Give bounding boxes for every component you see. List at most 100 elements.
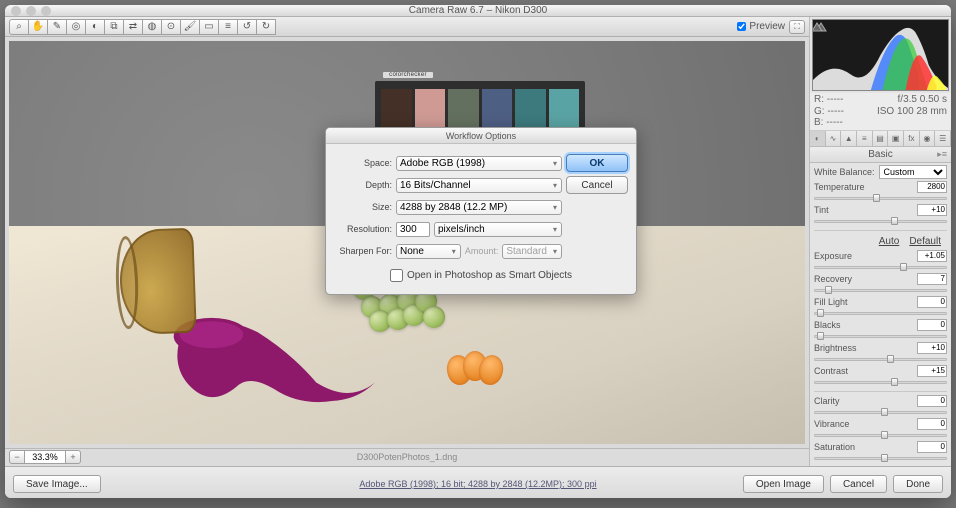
slider-fill-light: Fill Light [814,296,947,318]
basic-controls: White Balance: Custom Temperature Tint Au… [810,163,951,466]
slider-track[interactable] [814,308,947,318]
rotate-ccw-icon[interactable]: ↺ [237,19,257,35]
depth-select[interactable]: 16 Bits/Channel [396,178,562,193]
tab-hsl-icon[interactable]: ≡ [857,131,873,146]
zoom-window-icon[interactable] [41,6,51,16]
close-window-icon[interactable] [11,6,21,16]
ok-button[interactable]: OK [566,154,628,172]
slider-temperature: Temperature [814,181,947,203]
slider-label: Fill Light [814,297,848,307]
res-input[interactable]: 300 [396,222,430,237]
open-smart-checkbox[interactable] [390,269,403,282]
grad-filter-icon[interactable]: ▭ [199,19,219,35]
slider-track[interactable] [814,430,947,440]
slider-brightness: Brightness [814,342,947,364]
amount-select: Standard [502,244,562,259]
slider-label: Temperature [814,182,865,192]
wb-eyedropper-icon[interactable]: ✎ [47,19,67,35]
slider-value-input[interactable] [917,181,947,193]
tab-calib-icon[interactable]: ◉ [920,131,936,146]
tab-fx-icon[interactable]: fx [904,131,920,146]
res-unit-select[interactable]: pixels/inch [434,222,562,237]
dialog-cancel-button[interactable]: Cancel [566,176,628,194]
slider-contrast: Contrast [814,365,947,387]
slider-value-input[interactable] [917,342,947,354]
zoom-row: − 33.3% + D300PotenPhotos_1.dng [5,448,809,466]
slider-label: Tint [814,205,829,215]
default-link[interactable]: Default [909,236,941,247]
slider-track[interactable] [814,453,947,463]
slider-track[interactable] [814,407,947,417]
slider-track[interactable] [814,331,947,341]
slider-value-input[interactable] [917,273,947,285]
tab-curve-icon[interactable]: ∿ [826,131,842,146]
color-sampler-icon[interactable]: ◎ [66,19,86,35]
panel-menu-icon[interactable]: ▸≡ [937,149,947,160]
tab-lens-icon[interactable]: ▣ [888,131,904,146]
window-title: Camera Raw 6.7 – Nikon D300 [5,5,951,16]
slider-value-input[interactable] [917,418,947,430]
rotate-cw-icon[interactable]: ↻ [256,19,276,35]
crop-tool-icon[interactable]: ⧉ [104,19,124,35]
section-title: Basic ▸≡ [810,147,951,163]
tab-detail-icon[interactable]: ▲ [841,131,857,146]
wb-select[interactable]: Custom [879,165,947,179]
zoom-value[interactable]: 33.3% [24,450,66,464]
slider-track[interactable] [814,377,947,387]
straighten-tool-icon[interactable]: ⇄ [123,19,143,35]
size-select[interactable]: 4288 by 2848 (12.2 MP) [396,200,562,215]
tangerine [447,351,507,387]
workflow-options-dialog: Workflow Options Space: Adobe RGB (1998)… [325,127,637,295]
open-smart-label: Open in Photoshop as Smart Objects [407,270,572,281]
zoom-in-button[interactable]: + [65,450,81,464]
slider-value-input[interactable] [917,365,947,377]
space-label: Space: [334,158,392,168]
slider-label: Clarity [814,396,840,406]
preview-checkbox[interactable]: Preview [737,21,785,32]
redeye-tool-icon[interactable]: ⊙ [161,19,181,35]
fullscreen-icon[interactable]: ⛶ [789,20,805,34]
slider-track[interactable] [814,262,947,272]
auto-default-links: Auto Default [820,236,941,247]
tab-split-icon[interactable]: ▤ [873,131,889,146]
done-button[interactable]: Done [893,475,943,493]
target-adjust-icon[interactable]: ◐ [85,19,105,35]
tab-basic-icon[interactable]: ◐ [810,131,826,146]
slider-value-input[interactable] [917,204,947,216]
slider-label: Contrast [814,366,848,376]
spot-removal-icon[interactable]: ◍ [142,19,162,35]
zoom-out-button[interactable]: − [9,450,25,464]
slider-track[interactable] [814,285,947,295]
cancel-button[interactable]: Cancel [830,475,887,493]
hand-tool-icon[interactable]: ✋ [28,19,48,35]
slider-value-input[interactable] [917,250,947,262]
b-value: B: ----- [814,117,844,129]
workflow-link[interactable]: Adobe RGB (1998); 16 bit; 4288 by 2848 (… [359,479,596,489]
tab-presets-icon[interactable]: ☰ [935,131,951,146]
space-select[interactable]: Adobe RGB (1998) [396,156,562,171]
fallen-glass [118,227,197,335]
sharpen-select[interactable]: None [396,244,461,259]
slider-track[interactable] [814,354,947,364]
slider-value-input[interactable] [917,441,947,453]
slider-value-input[interactable] [917,296,947,308]
auto-link[interactable]: Auto [879,236,900,247]
slider-label: Recovery [814,274,852,284]
slider-track[interactable] [814,193,947,203]
histogram[interactable] [812,19,949,91]
filename-label: D300PotenPhotos_1.dng [357,452,458,462]
slider-value-input[interactable] [917,319,947,331]
slider-track[interactable] [814,216,947,226]
g-value: G: ----- [814,106,844,118]
slider-value-input[interactable] [917,395,947,407]
minimize-window-icon[interactable] [26,6,36,16]
highlight-clip-icon[interactable] [812,22,946,91]
open-image-button[interactable]: Open Image [743,475,824,493]
prefs-icon[interactable]: ≡ [218,19,238,35]
traffic-lights [11,6,51,16]
slider-label: Vibrance [814,419,849,429]
zoom-tool-icon[interactable]: ⌕ [9,19,29,35]
save-image-button[interactable]: Save Image... [13,475,101,493]
adjust-brush-icon[interactable]: 🖌 [180,19,200,35]
wb-label: White Balance: [814,167,875,177]
